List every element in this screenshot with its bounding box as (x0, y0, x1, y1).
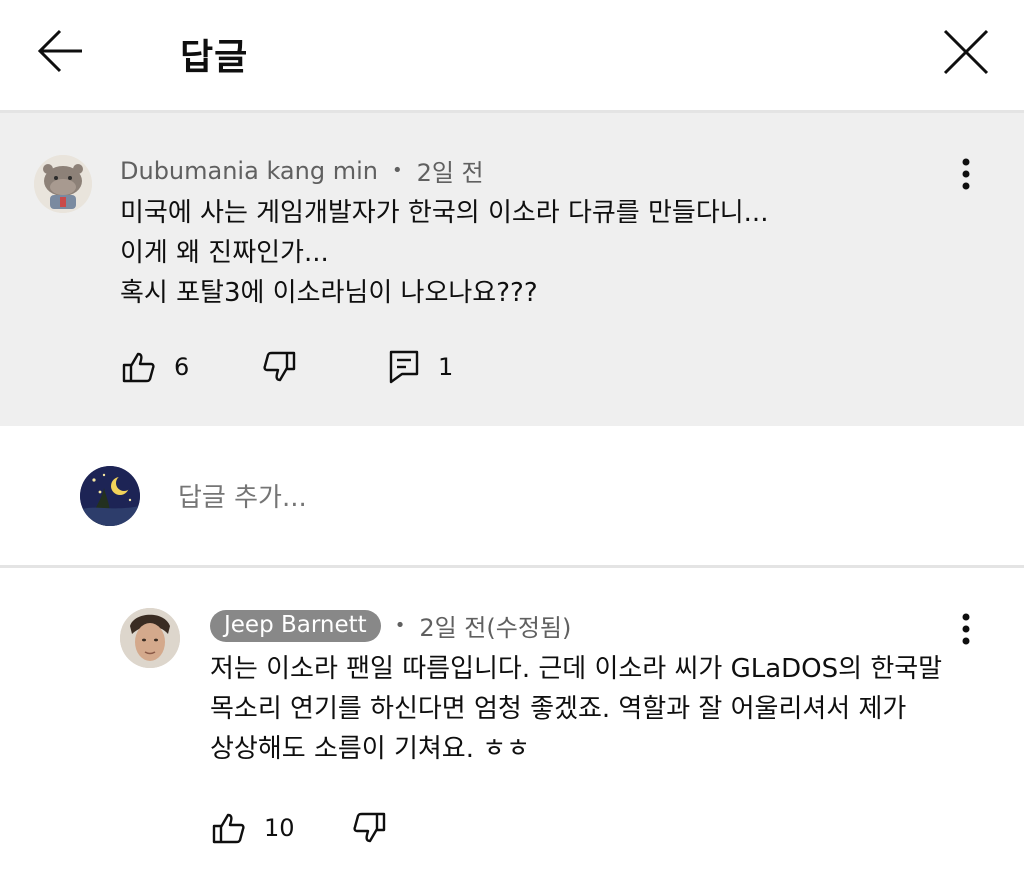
current-user-avatar (80, 466, 140, 526)
hippo-avatar-icon (34, 155, 92, 213)
reply-dislike-button[interactable] (352, 812, 386, 844)
reply-time: 2일 전(수정됨) (419, 614, 572, 642)
reply-input[interactable] (178, 478, 958, 518)
separator-dot: • (394, 615, 406, 636)
reply-body: 저는 이소라 팬일 따름입니다. 근데 이소라 씨가 GLaDOS의 한국말 목… (210, 649, 942, 769)
comment-body: 미국에 사는 게임개발자가 한국의 이소라 다큐를 만들다니... 이게 왜 진… (120, 193, 768, 313)
section-divider (0, 565, 1024, 568)
reply-author-avatar[interactable] (120, 608, 180, 668)
comment-icon (389, 350, 419, 384)
comment-line: 이게 왜 진짜인가... (120, 238, 329, 268)
comment-line: 미국에 사는 게임개발자가 한국의 이소라 다큐를 만들다니... (120, 198, 769, 228)
like-button[interactable]: 6 (122, 351, 189, 383)
separator-dot: • (391, 160, 403, 181)
dislike-button[interactable] (262, 351, 296, 383)
person-avatar-icon (120, 608, 180, 668)
close-button[interactable] (938, 24, 994, 80)
thumbs-down-icon (353, 812, 386, 843)
like-count: 6 (174, 353, 190, 381)
header-bar: 답글 (0, 0, 1024, 112)
reply-menu-button[interactable] (954, 610, 978, 650)
reply-meta: Jeep Barnett • 2일 전(수정됨) (210, 608, 571, 643)
avatar[interactable] (34, 155, 92, 213)
comment-line: 목소리 연기를 하신다면 엄청 좋겠죠. 역할과 잘 어울리셔서 제가 (210, 694, 907, 724)
reply-like-button[interactable]: 10 (212, 812, 295, 844)
starry-night-avatar-icon (80, 466, 140, 526)
comment-line: 저는 이소라 팬일 따름입니다. 근데 이소라 씨가 GLaDOS의 한국말 (210, 654, 943, 684)
thumbs-down-icon (263, 351, 296, 382)
arrow-left-icon (37, 29, 82, 73)
comment-line: 상상해도 소름이 기쳐요. ㅎㅎ (210, 734, 531, 764)
thumbs-up-icon (122, 352, 155, 383)
comment-author[interactable]: Dubumania kang min (120, 157, 378, 185)
reply-like-count: 10 (264, 814, 295, 842)
comment-time: 2일 전 (416, 159, 484, 187)
more-vertical-icon (962, 158, 970, 190)
more-vertical-icon (962, 613, 970, 645)
close-icon (943, 29, 989, 75)
comment-meta: Dubumania kang min • 2일 전 (120, 153, 484, 188)
parent-comment: Dubumania kang min • 2일 전 미국에 사는 게임개발자가 … (0, 113, 1024, 426)
back-button[interactable] (34, 26, 90, 76)
comment-line: 혹시 포탈3에 이소라님이 나오나요??? (120, 278, 538, 308)
thumbs-up-icon (212, 813, 245, 844)
reply-button[interactable]: 1 (388, 349, 453, 385)
comment-menu-button[interactable] (954, 155, 978, 195)
creator-badge[interactable]: Jeep Barnett (210, 609, 381, 642)
reply-count: 1 (438, 353, 454, 381)
page-title: 답글 (180, 37, 249, 78)
